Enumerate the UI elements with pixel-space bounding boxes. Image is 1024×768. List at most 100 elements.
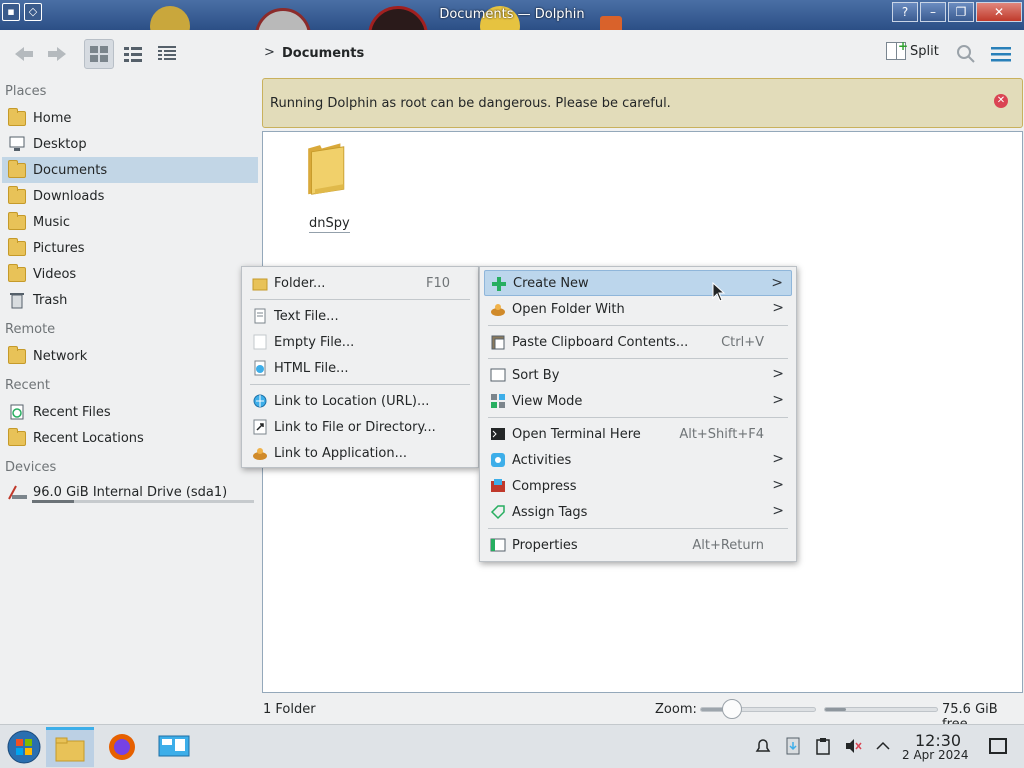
details-view-button[interactable] xyxy=(152,39,182,69)
menu-item-label: Open Folder With xyxy=(512,301,625,317)
updates-icon[interactable] xyxy=(784,737,802,755)
arrow-left-icon xyxy=(15,47,33,61)
menu-item-link-application[interactable]: Link to Application... xyxy=(246,440,474,466)
menu-separator xyxy=(250,299,470,300)
sidebar-item-label: Trash xyxy=(33,292,68,308)
notifications-icon[interactable] xyxy=(754,737,772,755)
menu-item-label: Link to File or Directory... xyxy=(274,419,436,435)
terminal-icon xyxy=(490,426,506,442)
clipboard-icon[interactable] xyxy=(814,737,832,755)
menu-item-label: Empty File... xyxy=(274,334,355,350)
back-button[interactable] xyxy=(9,39,39,69)
chevron-right-icon: > xyxy=(772,451,784,467)
close-button[interactable]: ✕ xyxy=(976,2,1022,22)
forward-button[interactable] xyxy=(42,39,72,69)
clock-date[interactable]: 2 Apr 2024 xyxy=(902,748,969,762)
menu-item-link-url[interactable]: Link to Location (URL)... xyxy=(246,388,474,414)
close-banner-icon[interactable]: ✕ xyxy=(994,94,1008,108)
menu-item-label: Properties xyxy=(512,537,578,553)
firefox-icon xyxy=(109,734,135,760)
file-name: dnSpy xyxy=(309,216,350,233)
task-firefox[interactable] xyxy=(98,727,146,767)
sidebar-item-home[interactable]: Home xyxy=(2,105,258,131)
sidebar-item-recent-files[interactable]: Recent Files xyxy=(2,399,258,425)
sidebar-item-network[interactable]: Network xyxy=(2,343,258,369)
search-button[interactable] xyxy=(956,44,976,68)
shortcut-label: F10 xyxy=(425,276,450,291)
menu-item-view-mode[interactable]: View Mode > xyxy=(484,388,792,414)
chevron-right-icon: > xyxy=(771,275,783,291)
menu-item-label: Text File... xyxy=(274,308,339,324)
videos-folder-icon xyxy=(8,264,26,283)
menu-separator xyxy=(250,384,470,385)
zoom-slider-handle[interactable] xyxy=(722,699,742,719)
chevron-right-icon: > xyxy=(772,503,784,519)
section-remote: Remote xyxy=(5,322,56,337)
section-devices: Devices xyxy=(5,460,57,475)
menu-item-new-empty-file[interactable]: Empty File... xyxy=(246,329,474,355)
minimize-button[interactable]: – xyxy=(920,2,946,22)
menu-item-open-terminal[interactable]: Open Terminal Here Alt+Shift+F4 xyxy=(484,421,792,447)
breadcrumb[interactable]: Documents xyxy=(282,46,364,61)
menu-item-new-text-file[interactable]: Text File... xyxy=(246,303,474,329)
sidebar-item-trash[interactable]: Trash xyxy=(2,287,258,313)
sidebar-item-downloads[interactable]: Downloads xyxy=(2,183,258,209)
icons-view-button[interactable] xyxy=(84,39,114,69)
menu-item-new-folder[interactable]: Folder... F10 xyxy=(246,270,474,296)
show-desktop-button[interactable] xyxy=(989,738,1007,754)
menu-item-activities[interactable]: Activities > xyxy=(484,447,792,473)
volume-muted-icon[interactable] xyxy=(844,737,862,755)
window-titlebar[interactable]: ▪ ◇ Documents — Dolphin ? – ❐ ✕ xyxy=(0,0,1024,30)
task-system-settings[interactable] xyxy=(150,727,198,767)
menu-item-assign-tags[interactable]: Assign Tags > xyxy=(484,499,792,525)
menu-item-open-folder-with[interactable]: Open Folder With > xyxy=(484,296,792,322)
section-places: Places xyxy=(5,84,47,99)
menu-item-link-file[interactable]: Link to File or Directory... xyxy=(246,414,474,440)
sidebar-item-recent-locations[interactable]: Recent Locations xyxy=(2,425,258,451)
html-file-icon xyxy=(252,360,268,376)
menu-item-paste[interactable]: Paste Clipboard Contents... Ctrl+V xyxy=(484,329,792,355)
menu-item-label: Link to Application... xyxy=(274,445,407,461)
link-app-icon xyxy=(252,445,268,461)
pictures-folder-icon xyxy=(8,238,26,257)
sidebar-item-desktop[interactable]: Desktop xyxy=(2,131,258,157)
menu-item-properties[interactable]: Properties Alt+Return xyxy=(484,532,792,558)
split-button[interactable]: + Split xyxy=(886,39,939,60)
drive-usage-bar xyxy=(32,500,254,503)
maximize-button[interactable]: ❐ xyxy=(948,2,974,22)
sidebar-item-videos[interactable]: Videos xyxy=(2,261,258,287)
hamburger-icon xyxy=(991,47,1011,62)
toolbar: > Documents + Split xyxy=(0,30,1024,78)
help-button[interactable]: ? xyxy=(892,2,918,22)
compact-view-button[interactable] xyxy=(118,39,148,69)
chevron-right-icon: > xyxy=(772,392,784,408)
start-menu-button[interactable] xyxy=(0,727,48,767)
hard-drive-icon xyxy=(8,483,27,501)
menu-item-label: Link to Location (URL)... xyxy=(274,393,430,409)
recent-files-icon xyxy=(8,403,26,421)
chevron-right-icon[interactable]: > xyxy=(264,45,275,60)
menu-item-compress[interactable]: Compress > xyxy=(484,473,792,499)
section-recent: Recent xyxy=(5,378,50,393)
sidebar-item-label: Downloads xyxy=(33,188,105,204)
compress-icon xyxy=(490,478,506,494)
chevron-right-icon: > xyxy=(772,477,784,493)
shortcut-label: Alt+Shift+F4 xyxy=(679,427,764,442)
free-space-bar xyxy=(824,707,938,712)
menu-item-create-new[interactable]: Create New > xyxy=(484,270,792,296)
menu-item-new-html-file[interactable]: HTML File... xyxy=(246,355,474,381)
sidebar-item-documents[interactable]: Documents xyxy=(2,157,258,183)
sidebar-item-music[interactable]: Music xyxy=(2,209,258,235)
menu-item-label: Folder... xyxy=(274,275,326,291)
windows-start-icon xyxy=(7,730,41,764)
properties-icon xyxy=(490,537,506,553)
task-dolphin[interactable] xyxy=(46,727,94,767)
menu-item-sort-by[interactable]: Sort By > xyxy=(484,362,792,388)
folder-icon xyxy=(55,737,85,761)
zoom-slider-track[interactable] xyxy=(700,707,816,712)
chevron-up-icon[interactable] xyxy=(874,737,892,755)
text-file-icon xyxy=(252,308,268,324)
sidebar-item-pictures[interactable]: Pictures xyxy=(2,235,258,261)
status-bar: 1 Folder Zoom: 75.6 GiB free xyxy=(0,696,1024,732)
hamburger-menu-button[interactable] xyxy=(990,46,1012,66)
